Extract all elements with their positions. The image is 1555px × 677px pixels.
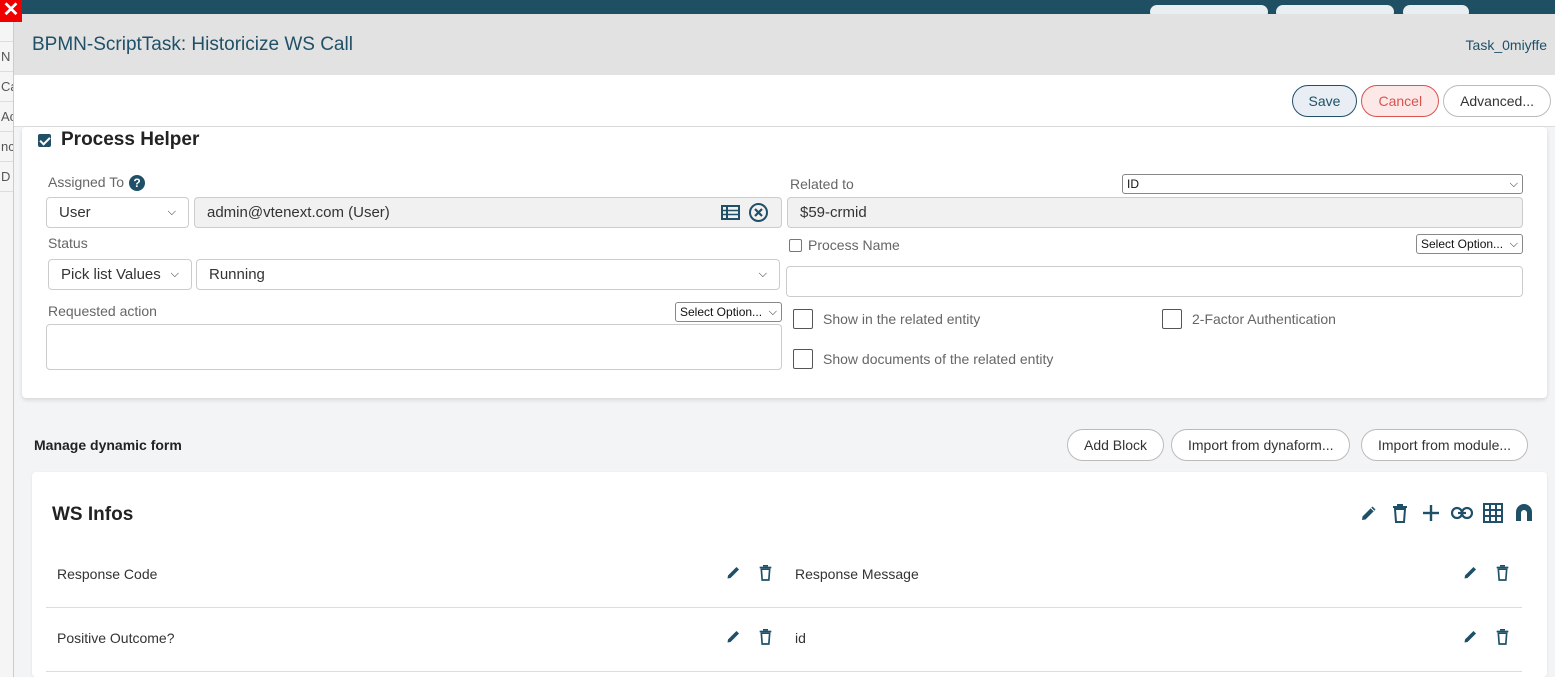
process-name-label: Process Name [789,237,900,253]
assigned-to-label-text: Assigned To [48,174,125,190]
chevron-down-icon: ⌵ [1509,237,1518,250]
process-name-select[interactable]: Select Option... ⌵ [1416,234,1523,254]
assigned-to-label: Assigned To? [48,174,146,192]
chevron-down-icon: ⌵ [170,268,179,280]
block-toolbar [1358,502,1535,524]
field-label: Response Code [57,566,158,582]
modal-title: BPMN-ScriptTask: Historicize WS Call [32,33,353,55]
requested-action-label: Requested action [48,303,157,319]
magnet-icon[interactable] [1513,502,1535,524]
field-label: id [795,630,806,646]
process-helper-card: Process Helper Assigned To? User ⌵ admin… [22,127,1547,398]
two-factor-option: 2-Factor Authentication [1162,309,1336,329]
chevron-down-icon: ⌵ [167,206,176,218]
two-factor-checkbox[interactable] [1162,309,1182,329]
requested-action-textarea[interactable] [46,324,782,370]
background-side-item: Ac [0,102,13,132]
field-label: Positive Outcome? [57,630,175,646]
show-documents-checkbox[interactable] [793,349,813,369]
process-helper-title: Process Helper [61,129,200,150]
related-to-select[interactable]: ID ⌵ [1122,174,1523,194]
link-icon[interactable] [1451,502,1473,524]
edit-icon[interactable] [722,561,744,583]
trash-icon[interactable] [1389,502,1411,524]
field-actions [722,625,776,647]
requested-action-select-value: Select Option... [680,305,763,319]
trash-icon[interactable] [754,561,776,583]
task-id: Task_0miyffe [1465,36,1547,53]
assigned-user-field[interactable]: admin@vtenext.com (User) [194,197,782,228]
trash-icon[interactable] [754,625,776,647]
assigned-type-select[interactable]: User ⌵ [46,197,189,228]
modal-toolbar: Save Cancel Advanced... [14,75,1555,127]
plus-icon[interactable] [1420,502,1442,524]
field-row: Response Code Response Message [46,544,1522,608]
modal-header: BPMN-ScriptTask: Historicize WS Call Tas… [14,14,1555,75]
two-factor-label: 2-Factor Authentication [1192,311,1336,327]
help-icon[interactable]: ? [129,175,146,192]
process-name-checkbox[interactable] [789,238,802,252]
background-side-item: Ca [0,72,13,102]
show-related-checkbox[interactable] [793,309,813,329]
show-documents-label: Show documents of the related entity [823,351,1054,367]
block-title: WS Infos [52,504,134,525]
chevron-down-icon: ⌵ [1509,177,1518,190]
task-modal: BPMN-ScriptTask: Historicize WS Call Tas… [14,14,1555,677]
field-actions [1459,625,1513,647]
add-block-button[interactable]: Add Block [1067,429,1165,461]
process-name-label-text: Process Name [808,237,900,253]
status-value: Running [209,266,265,283]
field-actions [1459,561,1513,583]
background-side-item: D [0,162,13,192]
chevron-down-icon: ⌵ [758,268,767,280]
process-helper-header: Process Helper [38,129,199,151]
field-row: Positive Outcome? id [46,608,1522,672]
trash-icon[interactable] [1491,561,1513,583]
trash-icon[interactable] [1491,625,1513,647]
cancel-button[interactable]: Cancel [1361,84,1440,117]
clear-circle-icon[interactable] [748,202,769,223]
show-related-option: Show in the related entity [793,309,980,329]
save-button[interactable]: Save [1291,84,1358,117]
process-helper-checkbox[interactable] [38,133,51,147]
close-icon[interactable]: ✕ [0,0,22,22]
field-label: Response Message [795,566,919,582]
process-name-select-value: Select Option... [1421,237,1504,251]
edit-icon[interactable] [1459,625,1481,647]
ws-infos-block: WS Infos Response Code Response Message … [32,472,1547,677]
assigned-user-value: admin@vtenext.com (User) [207,204,390,221]
advanced-button[interactable]: Advanced... [1443,84,1551,117]
show-related-label: Show in the related entity [823,311,981,327]
edit-icon[interactable] [1459,561,1481,583]
field-actions [722,561,776,583]
status-label: Status [48,235,88,251]
table-icon[interactable] [1482,502,1504,524]
list-select-icon[interactable] [721,205,740,220]
related-to-select-value: ID [1127,177,1139,191]
background-sidebar: N Ca Ac nc D [0,16,14,677]
show-documents-option: Show documents of the related entity [793,349,1053,369]
background-side-item: N [0,42,13,72]
status-value-select[interactable]: Running ⌵ [196,259,780,290]
process-name-input[interactable] [786,266,1523,297]
edit-icon[interactable] [1358,502,1380,524]
import-module-button[interactable]: Import from module... [1361,429,1529,461]
chevron-down-icon: ⌵ [768,305,777,318]
background-side-item: nc [0,132,13,162]
assigned-type-value: User [59,204,91,221]
edit-icon[interactable] [722,625,744,647]
status-type-select[interactable]: Pick list Values ⌵ [48,259,192,290]
requested-action-select[interactable]: Select Option... ⌵ [675,302,782,322]
manage-dynamic-form-title: Manage dynamic form [34,437,182,453]
import-dynaform-button[interactable]: Import from dynaform... [1171,429,1351,461]
related-to-label: Related to [790,176,854,192]
related-to-field[interactable]: $59-crmid [787,197,1523,228]
status-type-value: Pick list Values [61,266,161,283]
